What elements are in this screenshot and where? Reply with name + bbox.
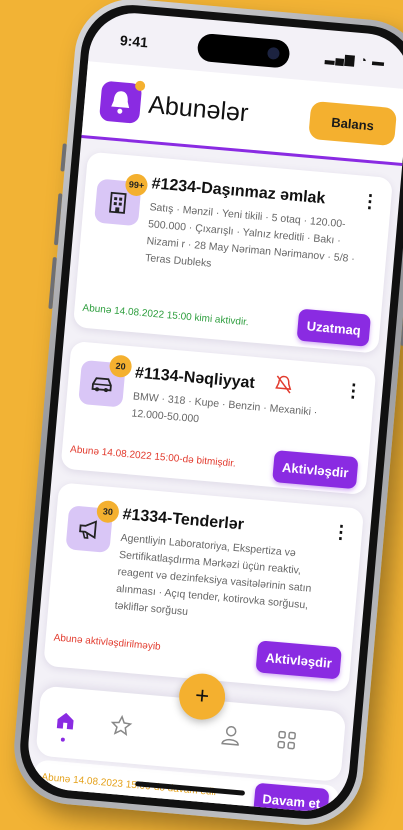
more-menu-icon[interactable]: ⋮ bbox=[344, 380, 364, 401]
star-icon[interactable] bbox=[107, 712, 135, 740]
grid-icon[interactable] bbox=[273, 726, 301, 754]
subscription-status: Abunə 14.08.2022 15:00 kimi aktivdir. bbox=[82, 302, 250, 329]
balance-button[interactable]: Balans bbox=[308, 100, 398, 147]
activate-button[interactable]: Aktivləşdir bbox=[272, 450, 359, 490]
subscription-status: Abunə aktivləşdirilməyib bbox=[53, 632, 162, 653]
volume-up-button bbox=[53, 193, 63, 246]
card-description: Agentliyin Laboratoriya, Ekspertiza və S… bbox=[114, 531, 312, 619]
camera-icon bbox=[266, 46, 280, 60]
status-time: 9:41 bbox=[119, 31, 149, 51]
home-icon[interactable] bbox=[51, 707, 79, 735]
subscription-card[interactable]: 20 #1134-Nəqliyyat ⋮ BMW · 318 · Kupe · … bbox=[60, 340, 377, 496]
activate-button[interactable]: Aktivləşdir bbox=[255, 640, 342, 680]
app-logo bbox=[98, 80, 146, 124]
extend-button[interactable]: Uzatmaq bbox=[296, 308, 372, 347]
bell-logo-icon bbox=[111, 91, 130, 114]
action-button bbox=[60, 143, 67, 172]
phone-bezel: 9:41 ▂▄▆ ◔ ▬ Abunələr Balans 99+ #1234-D… bbox=[15, 0, 403, 824]
screen: 9:41 ▂▄▆ ◔ ▬ Abunələr Balans 99+ #1234-D… bbox=[24, 9, 403, 815]
subscription-status: Abunə 14.08.2022 15:00-də bitmişdir. bbox=[69, 444, 237, 470]
page-title: Abunələr bbox=[147, 90, 250, 128]
dynamic-island bbox=[196, 32, 291, 69]
card-title: #1334-Tenderlər bbox=[121, 506, 245, 534]
phone-frame: 9:41 ▂▄▆ ◔ ▬ Abunələr Balans 99+ #1234-D… bbox=[9, 0, 403, 830]
subscription-card[interactable]: 30 #1334-Tenderlər ⋮ Agentliyin Laborato… bbox=[43, 482, 365, 693]
card-description: BMW · 318 · Kupe · Benzin · Mexaniki · 1… bbox=[131, 390, 318, 426]
status-icons: ▂▄▆ ◔ ▬ bbox=[324, 49, 386, 70]
more-menu-icon[interactable]: ⋮ bbox=[331, 521, 351, 542]
user-icon[interactable] bbox=[217, 721, 245, 749]
card-description: Satış · Mənzil · Yeni tikili · 5 otaq · … bbox=[144, 201, 356, 270]
active-indicator bbox=[60, 737, 66, 742]
volume-down-button bbox=[48, 256, 57, 310]
bell-off-icon bbox=[273, 374, 293, 400]
subscription-card[interactable]: 99+ #1234-Daşınmaz əmlak ⋮ Satış · Mənzi… bbox=[72, 151, 394, 354]
logo-dot bbox=[134, 80, 146, 92]
more-menu-icon[interactable]: ⋮ bbox=[360, 191, 380, 212]
card-title: #1134-Nəqliyyat bbox=[134, 364, 256, 392]
continue-button[interactable]: Davam et bbox=[253, 782, 330, 815]
app-header: Abunələr Balans bbox=[81, 61, 403, 167]
